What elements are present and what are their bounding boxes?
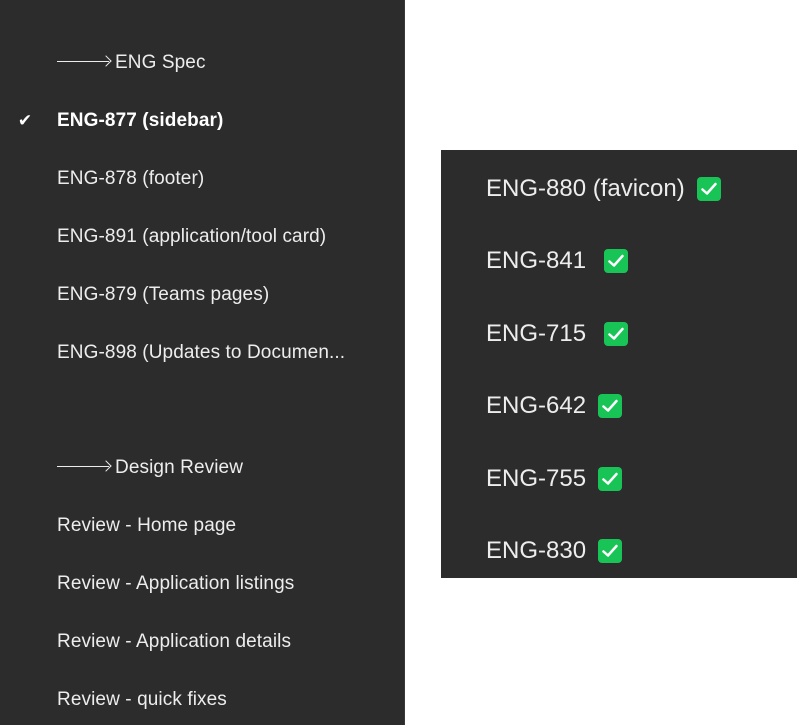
menu-item-label: ENG-879 (Teams pages) [57,284,270,305]
menu-item-review-details[interactable]: Review - Application details [0,622,405,662]
green-check-icon [598,394,623,418]
completed-tickets-panel: ENG-880 (favicon) ENG-841 ENG-715 ENG-64… [441,150,797,578]
menu-panel: ENG Spec ✔ ENG-877 (sidebar) ENG-878 (fo… [0,0,405,725]
ticket-label: ENG-755 [486,465,587,492]
green-check-icon [598,539,623,563]
ticket-eng-880: ENG-880 (favicon) [486,175,721,203]
menu-item-eng-898[interactable]: ENG-898 (Updates to Documen... [0,333,405,373]
long-arrow-right-icon [57,61,109,63]
menu-item-label: ENG-877 (sidebar) [57,110,224,131]
menu-item-review-listings[interactable]: Review - Application listings [0,564,405,604]
menu-item-label: Review - quick fixes [57,689,227,710]
ticket-eng-841: ENG-841 [486,247,629,275]
menu-item-eng-891[interactable]: ENG-891 (application/tool card) [0,217,405,257]
green-check-icon [604,249,629,273]
section-heading-label: Design Review [115,457,244,478]
menu-item-label: ENG-891 (application/tool card) [57,226,327,247]
menu-item-eng-879[interactable]: ENG-879 (Teams pages) [0,275,405,315]
section-heading-design-review: Design Review [0,448,405,488]
ticket-eng-642: ENG-642 [486,392,623,420]
menu-item-eng-878[interactable]: ENG-878 (footer) [0,159,405,199]
ticket-eng-830: ENG-830 [486,537,623,565]
ticket-label: ENG-715 [486,320,587,347]
ticket-eng-715: ENG-715 [486,320,629,348]
ticket-label: ENG-642 [486,392,587,419]
ticket-label: ENG-841 [486,247,587,274]
ticket-label: ENG-830 [486,537,587,564]
menu-item-label: ENG-898 (Updates to Documen... [57,342,346,363]
menu-item-label: Review - Application listings [57,573,295,594]
menu-item-label: Review - Application details [57,631,292,652]
menu-item-review-quick-fixes[interactable]: Review - quick fixes [0,680,405,720]
green-check-icon [604,322,629,346]
menu-item-review-home[interactable]: Review - Home page [0,506,405,546]
ticket-eng-755: ENG-755 [486,465,623,493]
long-arrow-right-icon [57,466,109,468]
section-heading-label: ENG Spec [115,52,206,73]
green-check-icon [598,467,623,491]
checkmark-icon: ✔ [17,111,33,130]
section-heading-eng-spec: ENG Spec [0,43,405,83]
green-check-icon [696,177,721,201]
menu-item-label: Review - Home page [57,515,237,536]
ticket-label: ENG-880 (favicon) [486,175,685,202]
menu-item-label: ENG-878 (footer) [57,168,205,189]
menu-item-eng-877[interactable]: ✔ ENG-877 (sidebar) [0,101,405,141]
